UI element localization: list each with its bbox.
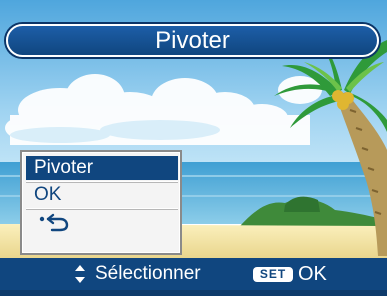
set-button-icon: SET — [253, 267, 293, 282]
ok-hint-label: OK — [298, 263, 327, 285]
menu-item-ok[interactable]: OK — [26, 183, 178, 207]
menu-item-back[interactable] — [26, 210, 178, 234]
menu-title-bar: Pivoter — [6, 24, 379, 57]
menu-item-pivoter[interactable]: Pivoter — [26, 156, 178, 180]
rotate-options-menu: Pivoter OK — [20, 150, 182, 255]
up-down-arrows-icon — [75, 265, 85, 283]
bottom-hint-bar: Sélectionner SET OK — [0, 258, 387, 290]
menu-item-label: Pivoter — [34, 157, 94, 178]
camera-lcd-screen: Pivoter Pivoter OK Sélectionner SET OK — [0, 0, 387, 296]
menu-title: Pivoter — [155, 27, 230, 54]
select-hint-label: Sélectionner — [95, 263, 201, 284]
rotate-back-arrow-icon — [39, 213, 69, 232]
menu-item-label: OK — [34, 184, 62, 205]
